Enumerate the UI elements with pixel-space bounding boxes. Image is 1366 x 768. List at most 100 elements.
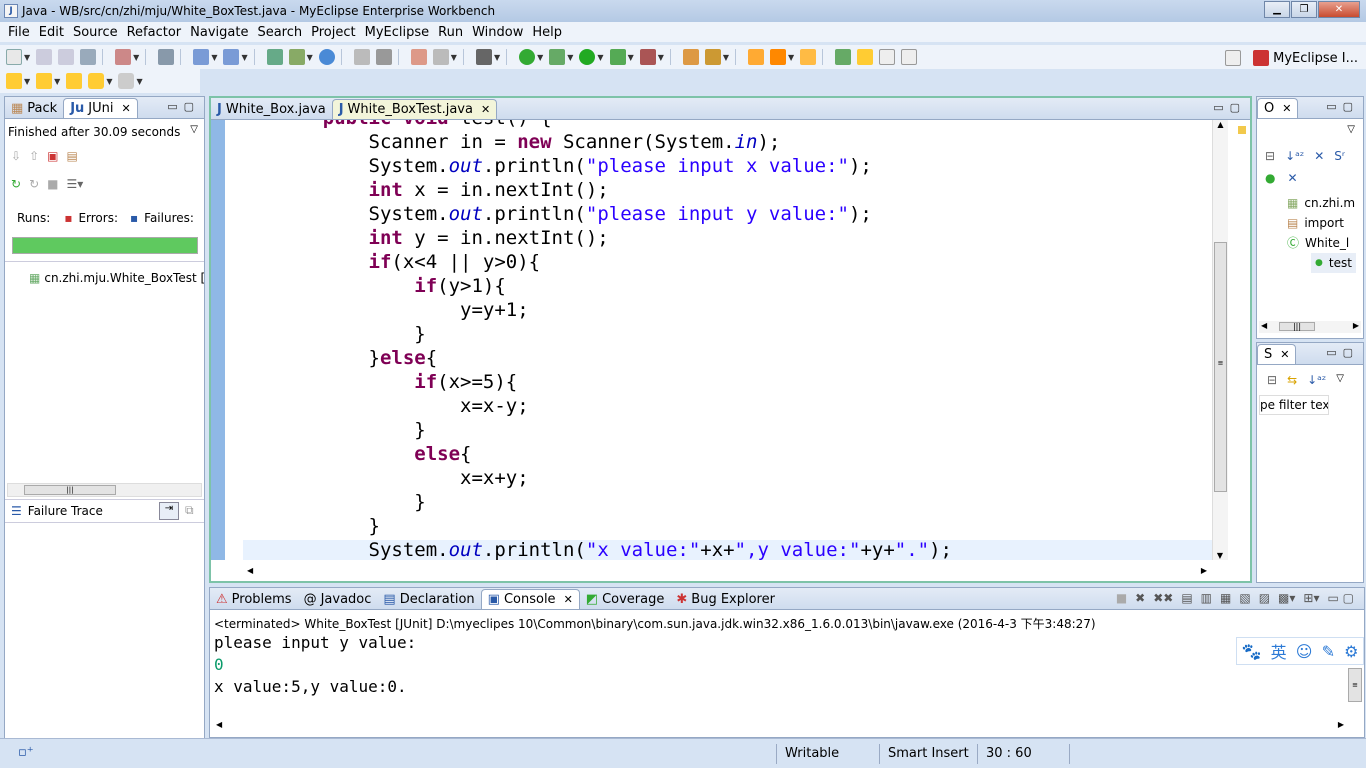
annotation-icon[interactable] [857, 49, 874, 65]
swap-icon[interactable] [375, 49, 392, 65]
tab-white-box[interactable]: J White_Box.java [211, 99, 332, 119]
maximize-button[interactable]: ❐ [1291, 1, 1317, 18]
minimize-button[interactable]: ▁ [1264, 1, 1290, 18]
build-icon[interactable] [266, 49, 283, 65]
outline-scrollbar[interactable]: ◀ ||| ▶ [1259, 321, 1361, 333]
menu-run[interactable]: Run [438, 25, 463, 40]
show-failures-icon[interactable]: ▣ [47, 149, 58, 163]
perspective-label[interactable]: MyEclipse I... [1273, 51, 1358, 66]
tab-junit[interactable]: Ju JUni ✕ [63, 98, 138, 118]
editor-view-controls[interactable]: ▭▢ [1213, 101, 1246, 114]
hide-static-icon[interactable]: Sʳ [1334, 149, 1345, 163]
hide-nonpublic-icon[interactable]: ● [1265, 171, 1275, 185]
paragraph-icon[interactable] [901, 49, 918, 65]
menu-edit[interactable]: Edit [39, 25, 64, 40]
display-console-icon[interactable]: ▩▾ [1278, 591, 1295, 605]
prev-annotation-icon[interactable] [36, 73, 53, 89]
view-menu-icon[interactable]: ▽ [1336, 373, 1344, 387]
console-horizontal-scrollbar[interactable]: ◀ ▶ [214, 720, 1344, 732]
scroll-right-icon[interactable]: ▶ [1201, 566, 1207, 575]
prev-failure-icon[interactable]: ⇧ [29, 149, 39, 163]
pin-console-icon[interactable]: ▨ [1259, 591, 1270, 605]
close-icon[interactable]: ✕ [564, 593, 573, 606]
close-icon[interactable]: ✕ [122, 102, 131, 115]
sort-icon[interactable]: ↓ᵃᶻ [1285, 149, 1304, 163]
view-controls[interactable]: ▭▢ [167, 100, 200, 113]
scroll-lock-icon[interactable]: ▤ [66, 149, 77, 163]
save-all-icon[interactable] [58, 49, 75, 65]
outline-view-controls[interactable]: ▭▢ [1326, 100, 1359, 113]
next-annotation-icon[interactable] [6, 73, 22, 89]
open-folder-icon[interactable] [800, 49, 817, 65]
print-icon[interactable] [80, 49, 97, 65]
link-icon[interactable]: ⇆ [1287, 373, 1297, 387]
hide-local-types-icon[interactable]: ✕ [1287, 171, 1297, 185]
show-stderr-icon[interactable]: ▧ [1239, 591, 1250, 605]
scroll-down-icon[interactable]: ▼ [1213, 551, 1227, 560]
settings-icon[interactable]: ⚙ [1344, 642, 1358, 661]
sort-icon[interactable]: ↓ᵃᶻ [1307, 373, 1326, 387]
collapse-icon[interactable]: ⊟ [1267, 373, 1277, 387]
back-icon[interactable] [88, 73, 105, 89]
new-class-icon[interactable] [682, 49, 699, 65]
next-failure-icon[interactable]: ⇩ [11, 149, 21, 163]
open-type-icon[interactable] [748, 49, 765, 65]
globe-icon[interactable] [318, 49, 335, 65]
menu-project[interactable]: Project [311, 25, 355, 40]
language-toggle[interactable]: 英 [1271, 639, 1287, 663]
menu-refactor[interactable]: Refactor [127, 25, 182, 40]
tab-white-boxtest[interactable]: J White_BoxTest.java ✕ [331, 99, 498, 119]
console-vertical-scrollbar[interactable]: ≡ [1348, 668, 1362, 702]
history-icon[interactable]: ☰▾ [66, 177, 83, 191]
menu-help[interactable]: Help [532, 25, 562, 40]
remove-launch-icon[interactable]: ✖ [1135, 591, 1145, 605]
filter-input[interactable]: pe filter text [1259, 395, 1329, 415]
tab-console[interactable]: ▣ Console ✕ [480, 589, 580, 609]
clear-console-icon[interactable]: ▤ [1181, 591, 1192, 605]
scroll-right-icon[interactable]: ▶ [1338, 720, 1344, 729]
outline-item[interactable]: Ⓒ White_l [1287, 233, 1356, 253]
open-console-icon[interactable]: ⊞▾ [1303, 591, 1319, 605]
rerun-failed-icon[interactable]: ↻ [29, 177, 39, 191]
open-perspective-icon[interactable] [1225, 50, 1242, 66]
camera-icon[interactable] [475, 49, 492, 65]
show-stdout-icon[interactable]: ▦ [1220, 591, 1231, 605]
compare-icon[interactable]: ⧉ [185, 503, 194, 518]
run-config-icon[interactable] [609, 49, 626, 65]
external-tools-icon[interactable] [639, 49, 656, 65]
menu-navigate[interactable]: Navigate [190, 25, 248, 40]
terminate-icon[interactable]: ■ [1116, 591, 1127, 605]
tab-bug-explorer[interactable]: ✱ Bug Explorer [670, 589, 781, 609]
scroll-left-icon[interactable]: ◀ [247, 566, 253, 575]
tab-declaration[interactable]: ▤ Declaration [377, 589, 480, 609]
fast-view-icon[interactable]: ▫⁺ [18, 745, 34, 760]
outline-item[interactable]: ▤ import [1287, 213, 1356, 233]
show-whitespace-icon[interactable] [879, 49, 896, 65]
menu-search[interactable]: Search [257, 25, 302, 40]
editor-horizontal-scrollbar[interactable]: ◀ ▶ [243, 566, 1207, 578]
server-icon[interactable] [115, 49, 132, 65]
task-icon[interactable] [835, 49, 852, 65]
tab-coverage[interactable]: ◩ Coverage [580, 589, 671, 609]
tab-javadoc[interactable]: @ Javadoc [298, 589, 378, 609]
outline-item[interactable]: ● test [1311, 253, 1356, 273]
search-icon[interactable] [770, 49, 787, 65]
menu-myeclipse[interactable]: MyEclipse [365, 25, 430, 40]
filter-stack-icon[interactable]: ⇥ [159, 502, 179, 520]
s-view-controls[interactable]: ▭▢ [1326, 346, 1359, 359]
new-java-icon[interactable] [704, 49, 721, 65]
code-area[interactable]: public void test() { Scanner in = new Sc… [243, 120, 1221, 560]
hide-fields-icon[interactable]: ✕ [1314, 149, 1324, 163]
menu-source[interactable]: Source [73, 25, 118, 40]
close-icon[interactable]: ✕ [481, 103, 490, 116]
console-output[interactable]: please input y value: 0 x value:5,y valu… [214, 632, 416, 698]
scroll-up-icon[interactable]: ▲ [1213, 120, 1228, 129]
menu-file[interactable]: File [8, 25, 30, 40]
test-tree-item[interactable]: ▦ cn.zhi.mju.White_BoxTest [ [29, 271, 205, 285]
lock-icon[interactable] [158, 49, 175, 65]
close-button[interactable]: ✕ [1318, 1, 1360, 18]
tab-outline[interactable]: O ✕ [1257, 98, 1299, 118]
collapse-all-icon[interactable]: ⊟ [1265, 149, 1275, 163]
scroll-lock-icon[interactable]: ▥ [1201, 591, 1212, 605]
rerun-icon[interactable]: ↻ [11, 177, 21, 191]
